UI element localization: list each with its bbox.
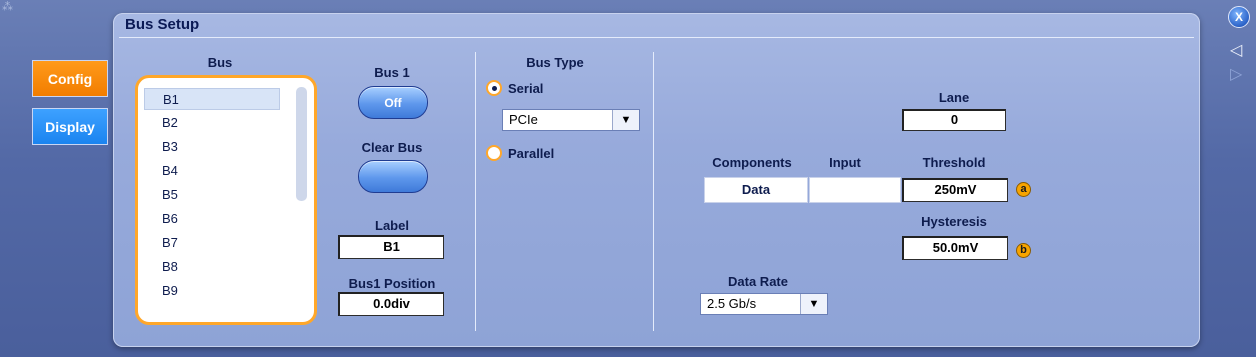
data-rate-value: 2.5 Gb/s bbox=[707, 296, 757, 311]
position-field-label: Bus1 Position bbox=[348, 276, 436, 291]
input-cell[interactable] bbox=[809, 177, 901, 203]
bus1-label: Bus 1 bbox=[374, 65, 410, 80]
list-item[interactable]: B3 bbox=[144, 136, 280, 158]
threshold-knob-badge: a bbox=[1016, 182, 1031, 197]
serial-radio-label[interactable]: Serial bbox=[508, 81, 543, 96]
clear-bus-label: Clear Bus bbox=[361, 140, 423, 155]
lane-label: Lane bbox=[938, 90, 970, 105]
label-field-label: Label bbox=[375, 218, 409, 233]
list-item[interactable]: B2 bbox=[144, 112, 280, 134]
prev-arrow-icon[interactable]: ◁ bbox=[1230, 40, 1242, 60]
title-divider bbox=[119, 37, 1194, 38]
component-data-cell: Data bbox=[704, 177, 808, 203]
list-scrollbar[interactable] bbox=[296, 87, 307, 201]
bus-list-header: Bus bbox=[207, 55, 233, 70]
bus1-toggle-button[interactable]: Off bbox=[358, 86, 428, 119]
tab-display[interactable]: Display bbox=[32, 108, 108, 145]
protocol-value: PCIe bbox=[509, 112, 538, 127]
protocol-dropdown[interactable]: PCIe ▼ bbox=[502, 109, 640, 131]
bus-listbox[interactable]: B1 B2 B3 B4 B5 B6 B7 B8 B9 bbox=[135, 75, 317, 325]
section-divider bbox=[475, 52, 476, 331]
list-item[interactable]: B4 bbox=[144, 160, 280, 182]
parallel-radio[interactable] bbox=[486, 145, 502, 161]
threshold-header: Threshold bbox=[922, 155, 986, 170]
bus-type-header: Bus Type bbox=[526, 55, 584, 70]
lane-input[interactable]: 0 bbox=[902, 109, 1006, 131]
position-input[interactable]: 0.0div bbox=[338, 292, 444, 316]
list-item[interactable]: B7 bbox=[144, 232, 280, 254]
hysteresis-knob-badge: b bbox=[1016, 243, 1031, 258]
hysteresis-label: Hysteresis bbox=[921, 214, 987, 229]
next-arrow-icon[interactable]: ▷ bbox=[1230, 64, 1242, 84]
list-item[interactable]: B5 bbox=[144, 184, 280, 206]
threshold-input[interactable]: 250mV bbox=[902, 178, 1008, 202]
close-button[interactable]: X bbox=[1228, 6, 1250, 28]
list-item[interactable]: B1 bbox=[144, 88, 280, 110]
list-item[interactable]: B6 bbox=[144, 208, 280, 230]
components-header: Components bbox=[712, 155, 792, 170]
panel-title: Bus Setup bbox=[125, 16, 200, 33]
data-rate-dropdown[interactable]: 2.5 Gb/s ▼ bbox=[700, 293, 828, 315]
resize-grip-icon: ⁂ bbox=[2, 1, 13, 13]
serial-radio[interactable] bbox=[486, 80, 502, 96]
input-header: Input bbox=[829, 155, 861, 170]
clear-bus-button[interactable] bbox=[358, 160, 428, 193]
data-rate-label: Data Rate bbox=[728, 274, 788, 289]
list-item[interactable]: B9 bbox=[144, 280, 280, 302]
tab-config[interactable]: Config bbox=[32, 60, 108, 97]
label-input[interactable]: B1 bbox=[338, 235, 444, 259]
parallel-radio-label[interactable]: Parallel bbox=[508, 146, 554, 161]
radio-dot-icon bbox=[492, 86, 497, 91]
list-item[interactable]: B8 bbox=[144, 256, 280, 278]
chevron-down-icon[interactable]: ▼ bbox=[800, 294, 827, 314]
section-divider bbox=[653, 52, 654, 331]
chevron-down-icon[interactable]: ▼ bbox=[612, 110, 639, 130]
hysteresis-input[interactable]: 50.0mV bbox=[902, 236, 1008, 260]
